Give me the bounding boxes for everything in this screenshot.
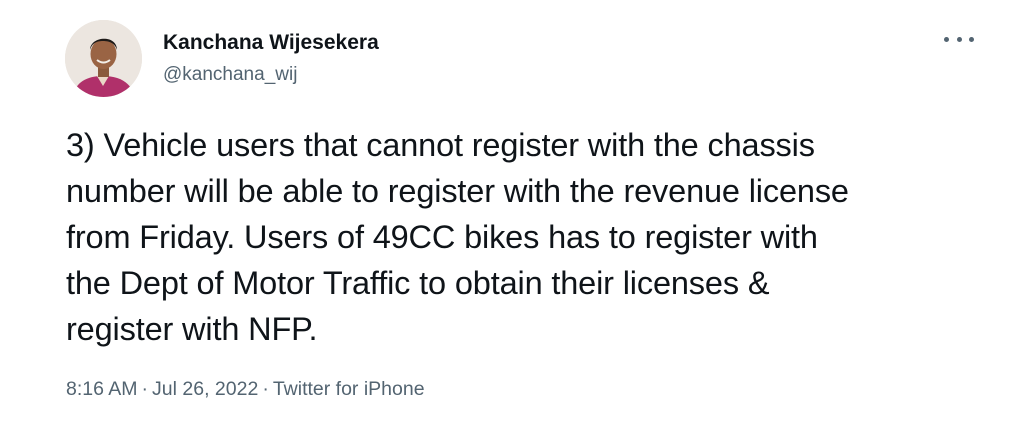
tweet-text: 3) Vehicle users that cannot register wi… (66, 122, 986, 352)
meta-separator: · (262, 378, 269, 400)
avatar[interactable] (65, 20, 142, 97)
tweet-date[interactable]: Jul 26, 2022 (152, 378, 258, 400)
tweet-text-line: number will be able to register with the… (66, 173, 849, 209)
tweet-time[interactable]: 8:16 AM (66, 378, 138, 400)
user-info: Kanchana Wijesekera @kanchana_wij (163, 30, 379, 87)
tweet-text-line: from Friday. Users of 49CC bikes has to … (66, 219, 818, 255)
tweet-source[interactable]: Twitter for iPhone (273, 378, 425, 400)
more-options-icon[interactable] (944, 30, 974, 48)
profile-photo-icon (65, 20, 142, 97)
user-handle[interactable]: @kanchana_wij (163, 63, 379, 87)
tweet-text-line: the Dept of Motor Traffic to obtain thei… (66, 265, 770, 301)
more-dot (969, 36, 974, 42)
meta-separator: · (141, 378, 149, 400)
more-dot (944, 36, 949, 42)
tweet-text-line: 3) Vehicle users that cannot register wi… (66, 127, 815, 163)
tweet-meta: 8:16 AM · Jul 26, 2022 · Twitter for iPhone (66, 376, 425, 402)
display-name[interactable]: Kanchana Wijesekera (163, 30, 379, 56)
tweet-text-line: register with NFP. (66, 311, 318, 347)
tweet-card: Kanchana Wijesekera @kanchana_wij 3) Veh… (0, 0, 1024, 447)
more-dot (956, 36, 962, 42)
